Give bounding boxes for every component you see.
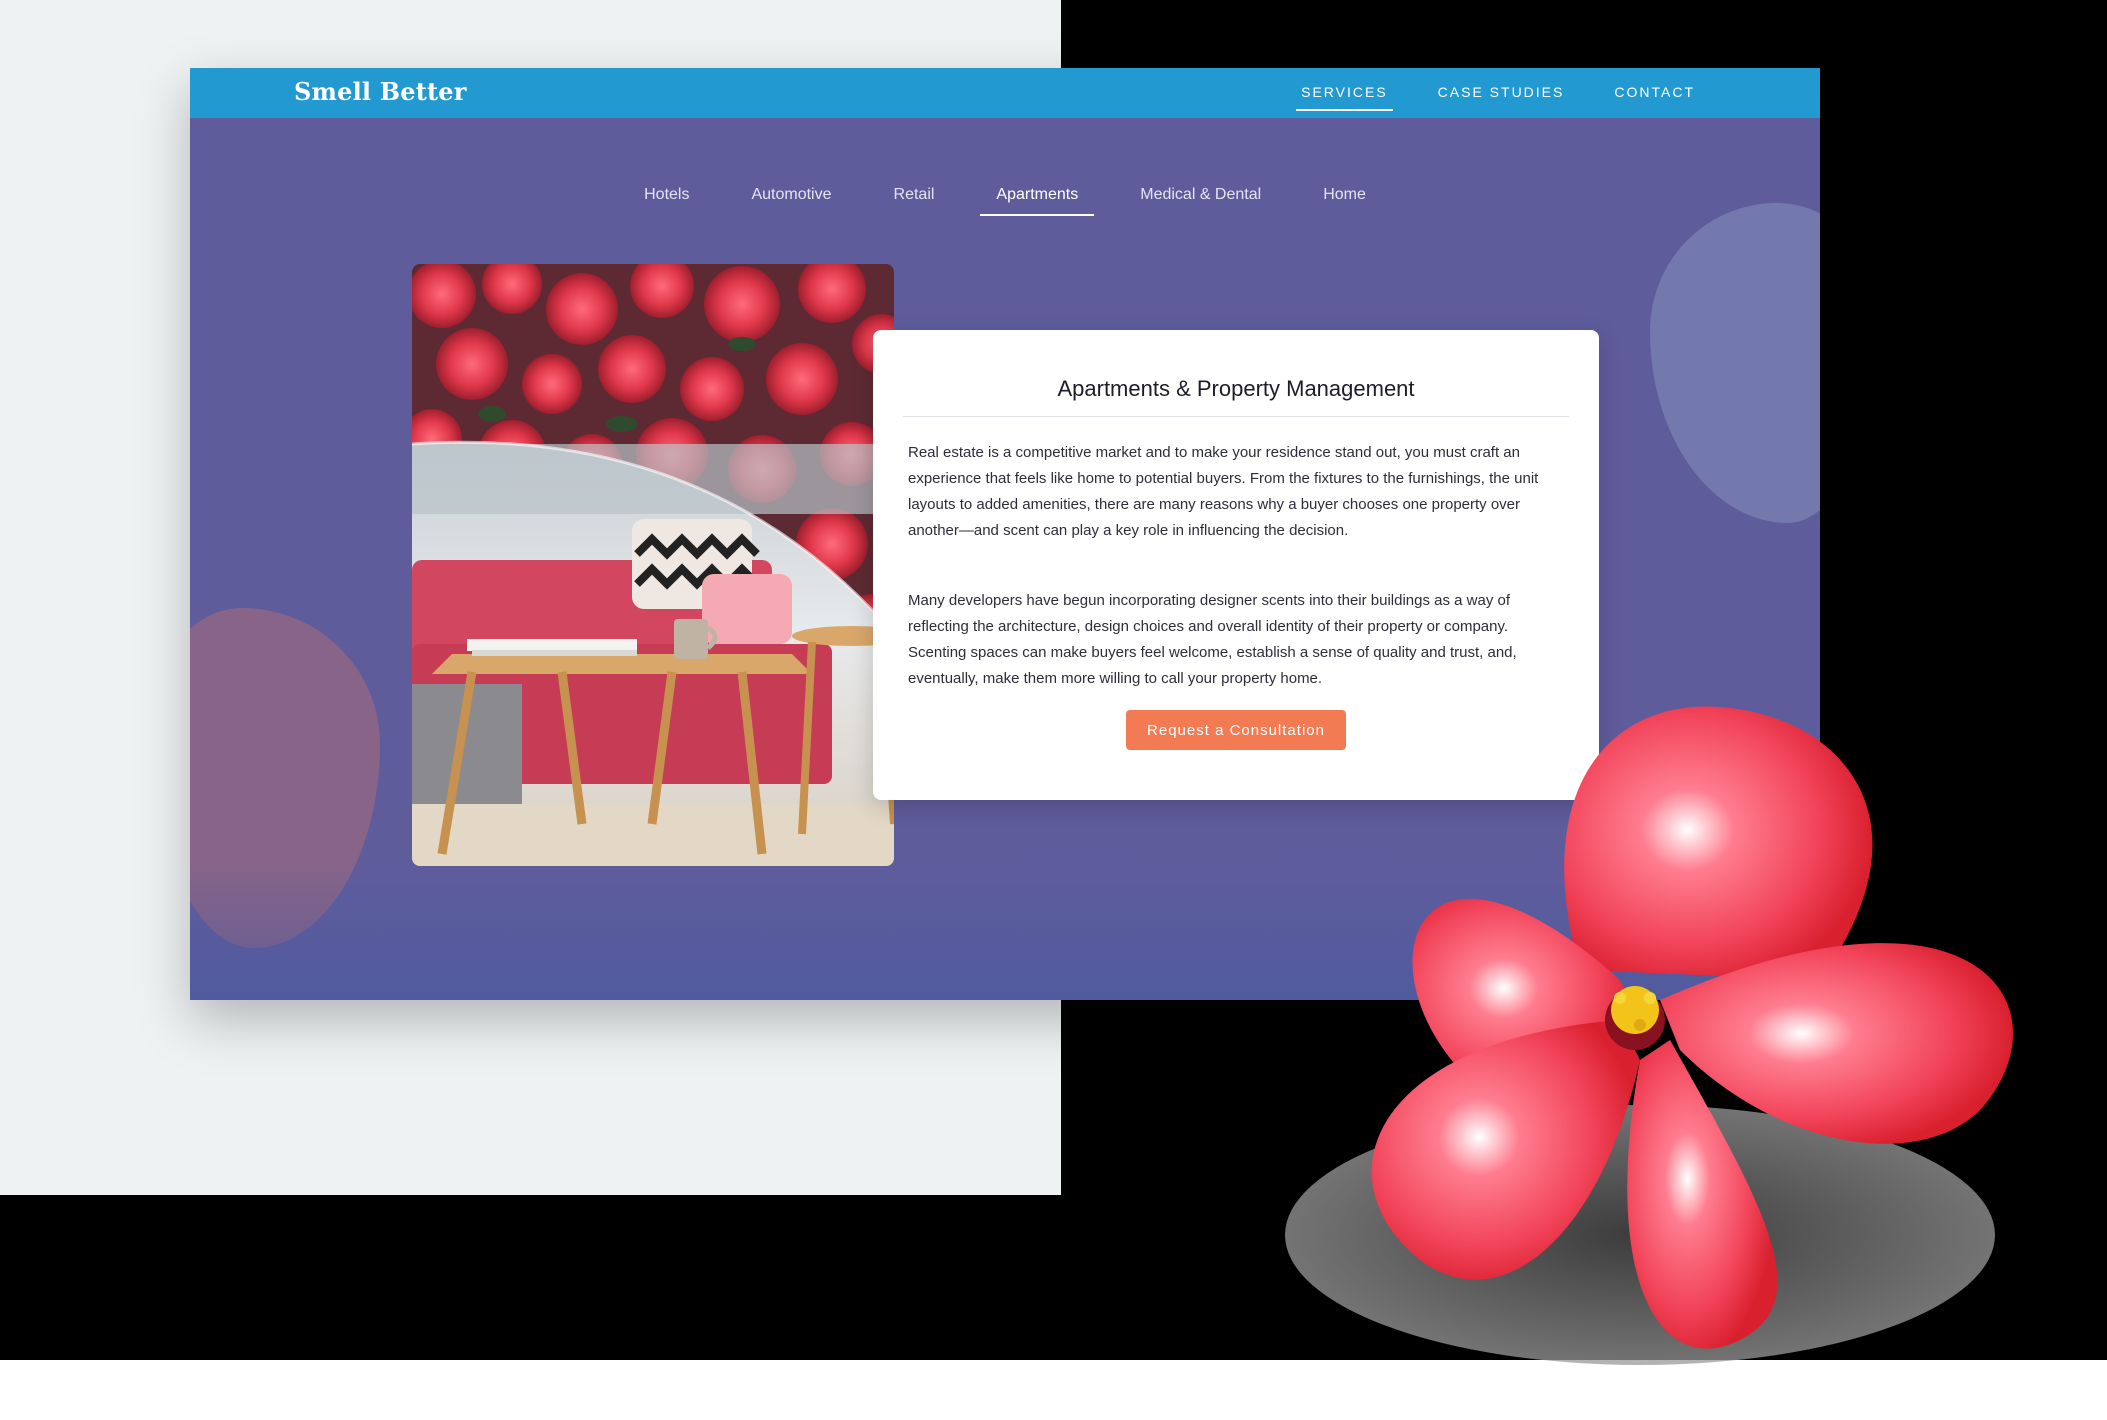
tab-medical-dental[interactable]: Medical & Dental: [1124, 186, 1277, 216]
nav-case-studies[interactable]: CASE STUDIES: [1433, 84, 1570, 111]
backdrop-dark-bottom: [0, 1195, 1061, 1360]
card-paragraph-2: Many developers have begun incorporating…: [908, 592, 1517, 687]
top-navigation-bar: Smell Better SERVICES CASE STUDIES CONTA…: [190, 68, 1820, 118]
primary-nav: SERVICES CASE STUDIES CONTACT: [1296, 84, 1700, 111]
nav-services[interactable]: SERVICES: [1296, 84, 1393, 111]
tab-automotive[interactable]: Automotive: [735, 186, 847, 216]
card-paragraph-1: Real estate is a competitive market and …: [908, 444, 1539, 539]
brand-logo[interactable]: Smell Better: [294, 77, 467, 106]
tab-retail[interactable]: Retail: [878, 186, 951, 216]
tab-apartments[interactable]: Apartments: [980, 186, 1095, 216]
apartment-hero-image: [412, 264, 894, 866]
decorative-blob-right: [1650, 203, 1820, 523]
card-title: Apartments & Property Management: [903, 376, 1569, 417]
tab-home[interactable]: Home: [1307, 186, 1382, 216]
nav-contact[interactable]: CONTACT: [1609, 84, 1700, 111]
hibiscus-flower-image: [1220, 680, 2100, 1385]
category-tabs: Hotels Automotive Retail Apartments Medi…: [190, 186, 1820, 216]
tab-hotels[interactable]: Hotels: [628, 186, 705, 216]
